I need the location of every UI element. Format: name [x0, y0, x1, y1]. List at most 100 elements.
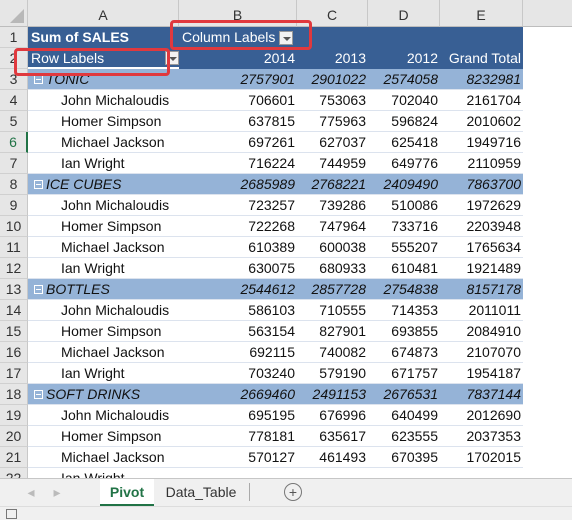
row-number[interactable]: 4	[0, 90, 28, 111]
value-cell[interactable]: 676996	[297, 405, 368, 426]
person-name-cell[interactable]: Homer Simpson	[28, 426, 179, 447]
value-cell[interactable]: 753063	[297, 90, 368, 111]
column-header-d[interactable]: D	[368, 0, 440, 27]
value-cell[interactable]: 579190	[297, 363, 368, 384]
value-cell[interactable]: 2012690	[440, 405, 523, 426]
person-name-cell[interactable]: John Michaloudis	[28, 300, 179, 321]
value-cell[interactable]: 635617	[297, 426, 368, 447]
row-number[interactable]: 6	[0, 132, 28, 153]
value-cell[interactable]: 697261	[179, 132, 297, 153]
value-cell[interactable]: 695195	[179, 405, 297, 426]
value-cell[interactable]: 649776	[368, 153, 440, 174]
value-cell[interactable]: 775963	[297, 111, 368, 132]
value-cell[interactable]: 827901	[297, 321, 368, 342]
person-name-cell[interactable]: Michael Jackson	[28, 237, 179, 258]
value-cell[interactable]: 640499	[368, 405, 440, 426]
value-cell[interactable]: 706601	[179, 90, 297, 111]
value-cell[interactable]: 1702015	[440, 447, 523, 468]
value-cell[interactable]: 610481	[368, 258, 440, 279]
row-number[interactable]: 13	[0, 279, 28, 300]
collapse-icon[interactable]	[34, 180, 43, 189]
group-total-cell[interactable]: 7863700	[440, 174, 523, 195]
group-total-cell[interactable]: 2574058	[368, 69, 440, 90]
row-number[interactable]: 12	[0, 258, 28, 279]
person-name-cell[interactable]: Ian Wright	[28, 363, 179, 384]
value-cell[interactable]: 625418	[368, 132, 440, 153]
value-cell[interactable]: 2011011	[440, 300, 523, 321]
value-cell[interactable]: 2010602	[440, 111, 523, 132]
sheet-tab-data-table[interactable]: Data_Table	[156, 479, 246, 506]
group-total-cell[interactable]: 2754838	[368, 279, 440, 300]
value-cell[interactable]: 586103	[179, 300, 297, 321]
group-total-cell[interactable]: 2768221	[297, 174, 368, 195]
value-cell[interactable]: 1972629	[440, 195, 523, 216]
row-number[interactable]: 21	[0, 447, 28, 468]
scroll-left-icon[interactable]: ◂	[24, 479, 38, 506]
value-cell[interactable]: 670395	[368, 447, 440, 468]
group-total-cell[interactable]: 7837144	[440, 384, 523, 405]
person-name-cell[interactable]: Ian Wright	[28, 258, 179, 279]
person-name-cell[interactable]: John Michaloudis	[28, 405, 179, 426]
group-total-cell[interactable]: 8157178	[440, 279, 523, 300]
value-cell[interactable]	[297, 468, 368, 478]
group-total-cell[interactable]: 2409490	[368, 174, 440, 195]
group-total-cell[interactable]: 2757901	[179, 69, 297, 90]
value-cell[interactable]: 710555	[297, 300, 368, 321]
row-number[interactable]: 11	[0, 237, 28, 258]
row-number[interactable]: 8	[0, 174, 28, 195]
value-cell[interactable]: 2161704	[440, 90, 523, 111]
select-all-corner[interactable]	[0, 0, 28, 27]
value-cell[interactable]: 714353	[368, 300, 440, 321]
scroll-right-icon[interactable]: ▸	[50, 479, 64, 506]
row-number[interactable]: 1	[0, 27, 28, 48]
add-sheet-icon[interactable]: +	[284, 483, 302, 501]
value-cell[interactable]: 680933	[297, 258, 368, 279]
group-total-cell[interactable]: 8232981	[440, 69, 523, 90]
row-number[interactable]: 5	[0, 111, 28, 132]
value-cell[interactable]: 637815	[179, 111, 297, 132]
value-cell[interactable]: 570127	[179, 447, 297, 468]
person-name-cell[interactable]: John Michaloudis	[28, 195, 179, 216]
value-cell[interactable]: 627037	[297, 132, 368, 153]
row-number[interactable]: 10	[0, 216, 28, 237]
group-label[interactable]: SOFT DRINKS	[28, 384, 179, 405]
row-number[interactable]: 14	[0, 300, 28, 321]
value-cell[interactable]: 2203948	[440, 216, 523, 237]
value-cell[interactable]: 674873	[368, 342, 440, 363]
person-name-cell[interactable]: Michael Jackson	[28, 447, 179, 468]
value-cell[interactable]: 1954187	[440, 363, 523, 384]
group-label[interactable]: BOTTLES	[28, 279, 179, 300]
value-cell[interactable]: 692115	[179, 342, 297, 363]
person-name-cell[interactable]: Michael Jackson	[28, 132, 179, 153]
macro-record-icon[interactable]	[6, 509, 17, 519]
value-cell[interactable]: 563154	[179, 321, 297, 342]
group-total-cell[interactable]: 2685989	[179, 174, 297, 195]
value-cell[interactable]: 555207	[368, 237, 440, 258]
person-name-cell[interactable]: Ian Wright	[28, 468, 179, 478]
value-cell[interactable]: 1765634	[440, 237, 523, 258]
person-name-cell[interactable]: Homer Simpson	[28, 321, 179, 342]
value-cell[interactable]: 744959	[297, 153, 368, 174]
person-name-cell[interactable]: Ian Wright	[28, 153, 179, 174]
person-name-cell[interactable]: John Michaloudis	[28, 90, 179, 111]
group-total-cell[interactable]: 2857728	[297, 279, 368, 300]
value-cell[interactable]: 693855	[368, 321, 440, 342]
value-cell[interactable]: 1921489	[440, 258, 523, 279]
collapse-icon[interactable]	[34, 75, 43, 84]
group-total-cell[interactable]: 2669460	[179, 384, 297, 405]
value-cell[interactable]: 510086	[368, 195, 440, 216]
value-cell[interactable]: 702040	[368, 90, 440, 111]
person-name-cell[interactable]: Michael Jackson	[28, 342, 179, 363]
person-name-cell[interactable]: Homer Simpson	[28, 111, 179, 132]
value-cell[interactable]: 600038	[297, 237, 368, 258]
row-number[interactable]: 9	[0, 195, 28, 216]
group-total-cell[interactable]: 2544612	[179, 279, 297, 300]
value-cell[interactable]: 671757	[368, 363, 440, 384]
group-total-cell[interactable]: 2491153	[297, 384, 368, 405]
collapse-icon[interactable]	[34, 285, 43, 294]
value-cell[interactable]: 723257	[179, 195, 297, 216]
sheet-tab-pivot[interactable]: Pivot	[100, 479, 154, 506]
value-cell[interactable]: 739286	[297, 195, 368, 216]
row-number[interactable]: 19	[0, 405, 28, 426]
row-number[interactable]: 18	[0, 384, 28, 405]
